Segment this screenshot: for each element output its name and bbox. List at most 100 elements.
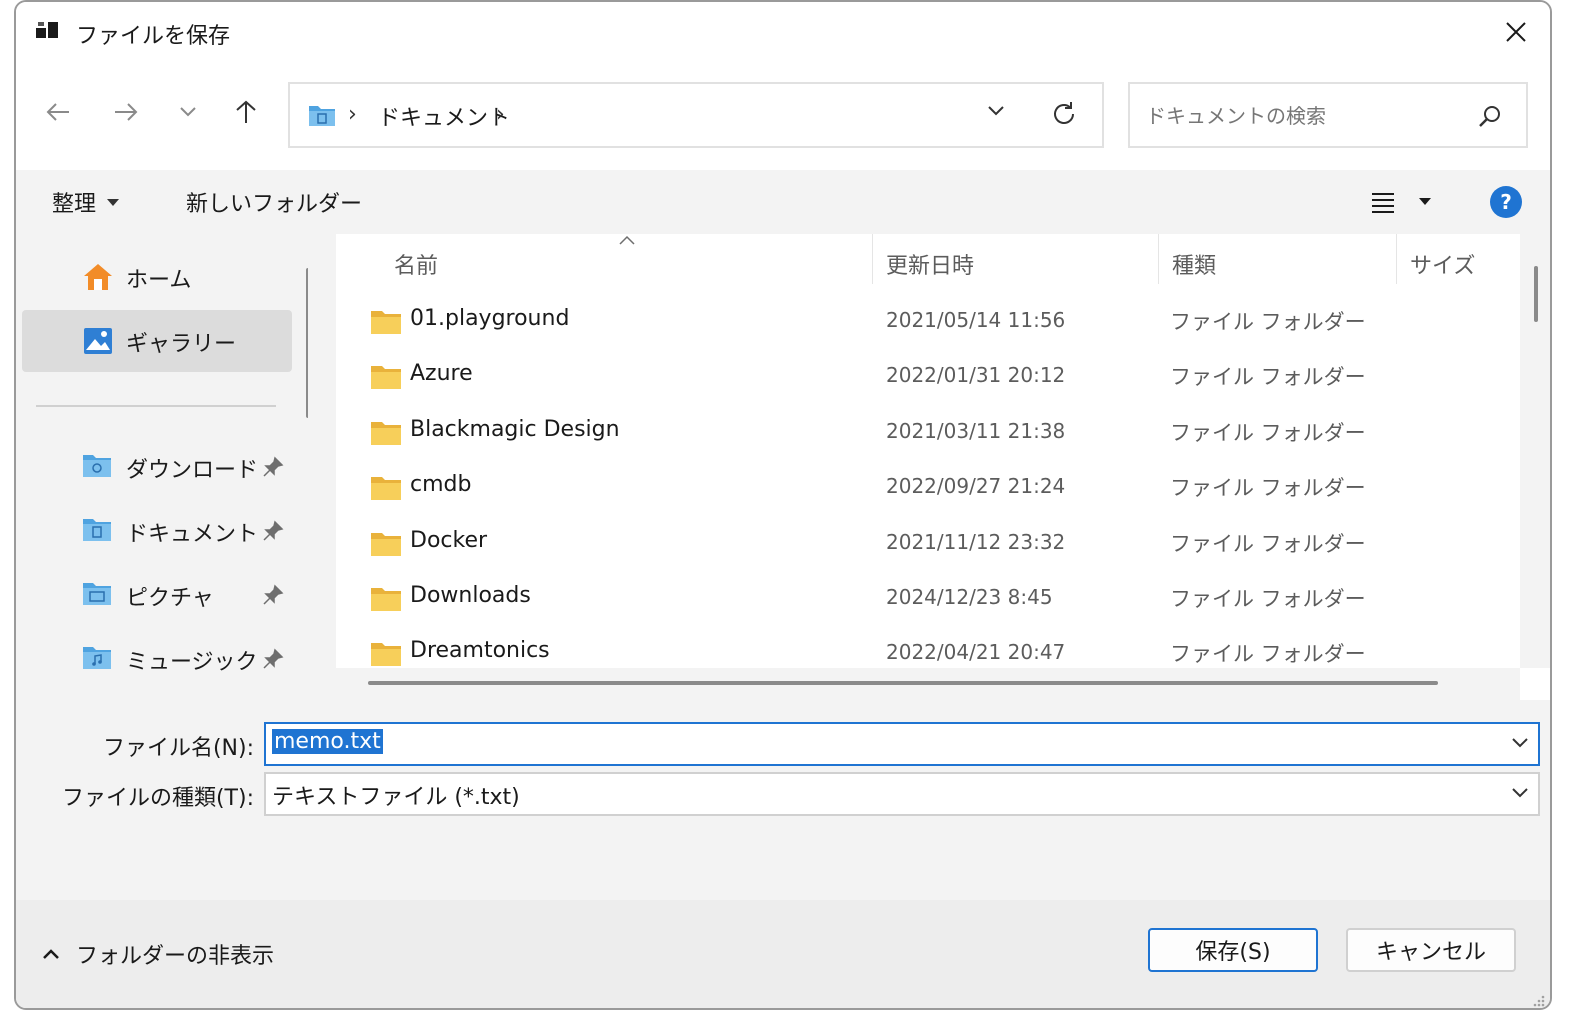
- table-row[interactable]: Dreamtonics 2022/04/21 20:47 ファイル フォルダー: [336, 626, 1520, 668]
- save-form: ファイル名(N): memo.txt ファイルの種類(T): テキストファイル …: [16, 700, 1550, 900]
- file-type: ファイル フォルダー: [1170, 310, 1366, 334]
- new-folder-label: 新しいフォルダー: [186, 192, 363, 217]
- file-name: 01.playground: [410, 306, 570, 331]
- back-button[interactable]: [38, 92, 78, 132]
- filename-combobox[interactable]: memo.txt: [264, 722, 1540, 766]
- table-row[interactable]: Azure 2022/01/31 20:12 ファイル フォルダー: [336, 349, 1520, 404]
- caret-down-icon[interactable]: [1418, 196, 1432, 206]
- close-button[interactable]: [1496, 14, 1536, 50]
- help-button[interactable]: ?: [1490, 186, 1522, 218]
- new-folder-button[interactable]: 新しいフォルダー: [186, 186, 362, 218]
- save-button[interactable]: 保存(S): [1148, 928, 1318, 972]
- folder-icon: [371, 422, 401, 445]
- save-file-dialog: ファイルを保存 › ドキュメント › ドキュメントの検索 整理 新しいフォルダー…: [14, 0, 1552, 1010]
- filetype-select[interactable]: テキストファイル (*.txt): [264, 772, 1540, 816]
- sidebar-item-pictures[interactable]: ピクチャ: [22, 564, 292, 626]
- breadcrumb-separator[interactable]: ›: [496, 102, 505, 127]
- table-row[interactable]: 01.playground 2021/05/14 11:56 ファイル フォルダ…: [336, 294, 1520, 349]
- chevron-down-icon[interactable]: [986, 104, 1006, 118]
- filename-label: ファイル名(N):: [102, 736, 254, 761]
- sidebar-item-music[interactable]: ミュージック: [22, 628, 292, 690]
- sidebar-item-label: ギャラリー: [126, 332, 237, 357]
- chevron-down-icon[interactable]: [1510, 736, 1530, 750]
- filename-input[interactable]: memo.txt: [272, 729, 383, 754]
- sidebar-item-downloads[interactable]: ダウンロード: [22, 436, 292, 498]
- table-row[interactable]: Downloads 2024/12/23 8:45 ファイル フォルダー: [336, 571, 1520, 626]
- sidebar-item-label: ダウンロード: [126, 458, 259, 483]
- arrow-up-icon: [236, 100, 256, 123]
- address-bar[interactable]: › ドキュメント ›: [288, 82, 1104, 148]
- file-date: 2021/11/12 23:32: [886, 530, 1066, 554]
- hide-folders-button[interactable]: フォルダーの非表示: [42, 938, 274, 970]
- table-row[interactable]: Docker 2021/11/12 23:32 ファイル フォルダー: [336, 516, 1520, 571]
- forward-button[interactable]: [106, 92, 146, 132]
- file-type: ファイル フォルダー: [1170, 642, 1366, 666]
- navigation-pane: ホーム ギャラリー ダウンロード ドキュメント ピクチャ ミュージック: [16, 234, 310, 700]
- app-icon: [36, 22, 58, 38]
- close-icon: [1506, 22, 1526, 42]
- file-date: 2021/03/11 21:38: [886, 419, 1066, 443]
- documents-folder-icon: [309, 106, 335, 126]
- pin-icon[interactable]: [262, 520, 284, 542]
- column-divider[interactable]: [1396, 234, 1397, 284]
- folder-icon: [371, 533, 401, 556]
- sidebar-item-gallery[interactable]: ギャラリー: [22, 310, 292, 372]
- up-button[interactable]: [226, 92, 266, 132]
- horizontal-scrollbar[interactable]: [336, 668, 1520, 700]
- file-name: Docker: [410, 528, 488, 553]
- documents-folder-icon: [83, 519, 111, 541]
- pin-icon[interactable]: [262, 648, 284, 670]
- window-title: ファイルを保存: [76, 24, 231, 49]
- breadcrumb-separator: ›: [348, 102, 357, 127]
- chevron-down-icon: [180, 107, 196, 117]
- folder-icon: [371, 643, 401, 666]
- pin-icon[interactable]: [262, 456, 284, 478]
- command-bar: 整理 新しいフォルダー ?: [16, 170, 1550, 234]
- sidebar-divider: [36, 405, 276, 407]
- table-row[interactable]: cmdb 2022/09/27 21:24 ファイル フォルダー: [336, 460, 1520, 515]
- column-divider[interactable]: [1158, 234, 1159, 284]
- organize-label: 整理: [52, 192, 97, 217]
- help-icon: ?: [1500, 190, 1512, 214]
- sidebar-item-home[interactable]: ホーム: [22, 246, 292, 308]
- search-box[interactable]: [1128, 82, 1528, 148]
- folder-icon: [371, 588, 401, 611]
- organize-button[interactable]: 整理: [52, 186, 120, 218]
- search-input[interactable]: [1144, 98, 1468, 134]
- home-icon: [84, 264, 112, 290]
- file-date: 2024/12/23 8:45: [886, 585, 1053, 609]
- file-type: ファイル フォルダー: [1170, 587, 1366, 611]
- refresh-icon[interactable]: [1050, 100, 1078, 128]
- file-list: 名前 更新日時 種類 サイズ 01.playground 2021/05/14 …: [336, 234, 1520, 668]
- column-divider[interactable]: [872, 234, 873, 284]
- pin-icon[interactable]: [262, 584, 284, 606]
- gallery-icon: [84, 328, 112, 354]
- column-header-size[interactable]: サイズ: [1410, 234, 1475, 294]
- file-type: ファイル フォルダー: [1170, 365, 1366, 389]
- file-name: cmdb: [410, 472, 472, 497]
- search-icon[interactable]: [1478, 104, 1502, 128]
- chevron-down-icon[interactable]: [1510, 786, 1530, 800]
- music-folder-icon: [83, 647, 111, 669]
- breadcrumb-documents[interactable]: ドキュメント: [378, 100, 510, 132]
- scrollbar-thumb[interactable]: [368, 681, 1438, 685]
- hide-folders-label: フォルダーの非表示: [76, 944, 275, 969]
- resize-grip-icon[interactable]: [1530, 992, 1546, 1008]
- column-header-name[interactable]: 名前: [394, 234, 438, 294]
- caret-down-icon: [107, 199, 120, 206]
- pane-splitter[interactable]: [308, 234, 336, 700]
- column-header-type[interactable]: 種類: [1172, 234, 1216, 294]
- folder-icon: [371, 477, 401, 500]
- table-row[interactable]: Blackmagic Design 2021/03/11 21:38 ファイル …: [336, 405, 1520, 460]
- file-date: 2022/04/21 20:47: [886, 640, 1066, 664]
- arrow-right-icon: [115, 103, 138, 121]
- cancel-button[interactable]: キャンセル: [1346, 928, 1516, 972]
- filetype-label: ファイルの種類(T):: [61, 786, 254, 811]
- sidebar-item-documents[interactable]: ドキュメント: [22, 500, 292, 562]
- scrollbar-thumb[interactable]: [1534, 266, 1538, 322]
- recent-locations-button[interactable]: [168, 92, 208, 132]
- chevron-up-icon: [43, 949, 59, 959]
- vertical-scrollbar[interactable]: [1520, 234, 1550, 668]
- column-header-date[interactable]: 更新日時: [886, 234, 974, 294]
- details-view-icon[interactable]: [1370, 190, 1396, 214]
